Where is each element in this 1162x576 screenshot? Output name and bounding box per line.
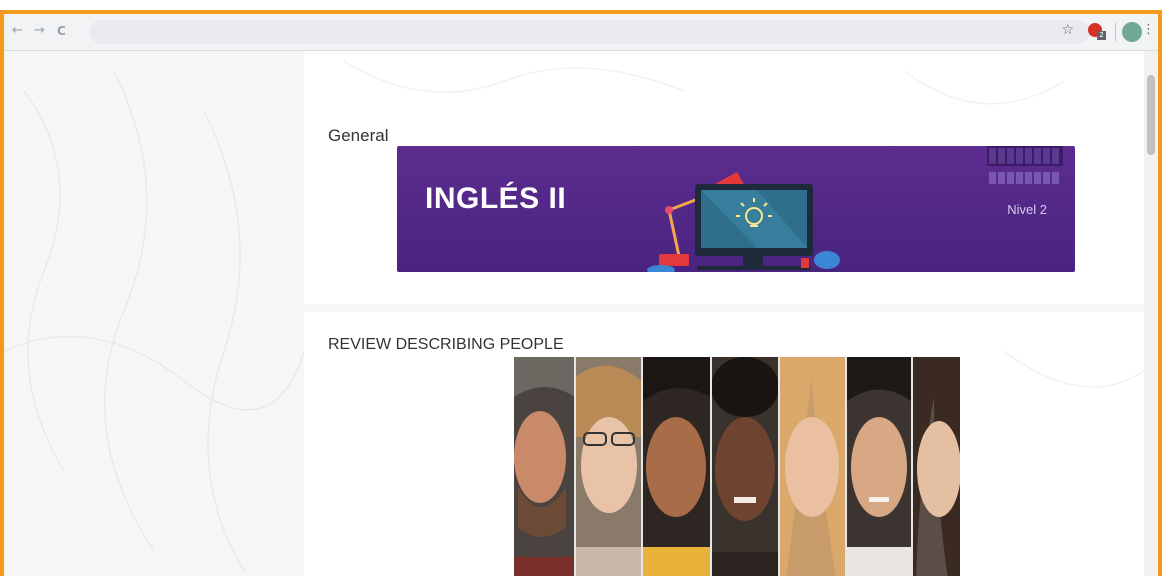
- section-title-review: REVIEW DESCRIBING PEOPLE: [328, 336, 564, 353]
- browser-toolbar: ← → C ☆ 2 ⋮: [4, 14, 1158, 51]
- menu-icon[interactable]: ⋮: [1142, 22, 1155, 37]
- forward-icon[interactable]: →: [34, 23, 45, 39]
- avatar-icon[interactable]: [1122, 22, 1142, 42]
- section-title-general: General: [328, 126, 389, 145]
- face-panel-7: [912, 357, 960, 576]
- face-panel-5: [779, 357, 846, 576]
- face-panel-3: [642, 357, 711, 576]
- course-banner: INGLÉS II Nivel 2: [397, 146, 1075, 272]
- banner-level: Nivel 2: [1007, 202, 1047, 217]
- app-window: ← → C ☆ 2 ⋮ General INGLÉS II Nivel 2 RE…: [0, 10, 1162, 576]
- face-panel-1: [514, 357, 575, 576]
- star-icon[interactable]: ☆: [1061, 22, 1074, 38]
- extension-badge: 2: [1097, 31, 1106, 40]
- face-panel-6: [846, 357, 912, 576]
- scrollbar-thumb[interactable]: [1147, 75, 1155, 155]
- back-icon[interactable]: ←: [12, 23, 23, 39]
- face-panel-2: [575, 357, 642, 576]
- toolbar-separator: [1115, 23, 1116, 41]
- people-collage-image: [514, 357, 960, 576]
- address-bar[interactable]: [90, 20, 1090, 44]
- banner-illustration: [647, 146, 1063, 272]
- page-scrollbar[interactable]: [1144, 51, 1158, 576]
- reload-icon[interactable]: C: [57, 23, 66, 39]
- face-panel-4: [711, 357, 779, 576]
- section-divider: [304, 304, 1144, 312]
- level-bars: [987, 146, 1063, 184]
- page-content: General INGLÉS II Nivel 2 REVIEW DESCRIB…: [4, 51, 1144, 576]
